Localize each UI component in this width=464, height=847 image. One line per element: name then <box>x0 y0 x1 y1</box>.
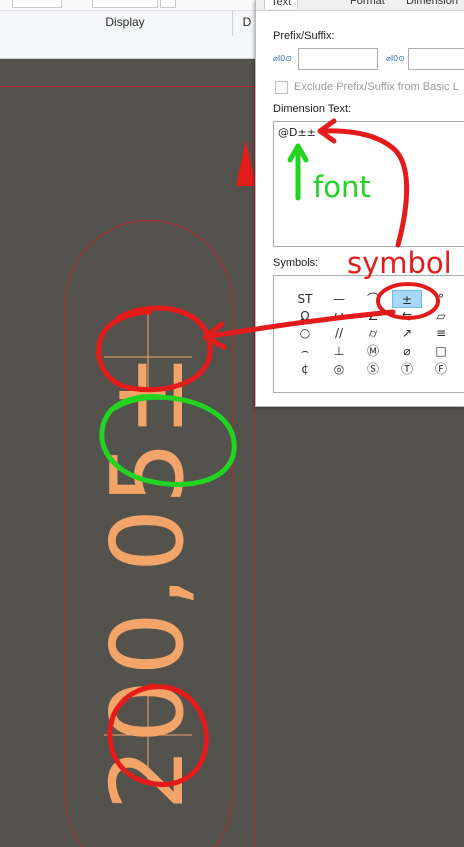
symbol-button[interactable]: ω <box>324 307 354 325</box>
symbol-button[interactable]: Ⓕ <box>426 360 456 378</box>
prefix-suffix-label: Prefix/Suffix: <box>273 30 335 42</box>
symbols-label: Symbols: <box>273 257 319 269</box>
symbol-button[interactable]: ± <box>392 290 422 308</box>
symbol-button[interactable]: ⌀ <box>392 342 422 360</box>
exclude-checkbox[interactable] <box>275 81 288 94</box>
suffix-input[interactable] <box>408 48 464 70</box>
symbol-button[interactable]: // <box>324 324 354 342</box>
symbol-button[interactable]: — <box>324 290 354 308</box>
symbols-palette: ST — ⌒ ± ° Ωω ∠ ⇆ ▱ ○//⌭ ↗ ≡ ⌢ ⊥ Ⓜ ⌀ □ ¢ ◎ Ⓢ Ⓣ Ⓕ <box>273 275 464 393</box>
dimension-text-label: Dimension Text: <box>273 103 352 115</box>
dialog-tabs: Text Format Dimension <box>256 0 464 11</box>
symbol-button[interactable]: ¢ <box>290 360 320 378</box>
dimension-text[interactable]: 200,05± <box>89 349 206 811</box>
symbol-button[interactable]: Ⓜ <box>358 342 388 360</box>
screenshot-canvas: Display D 200,05± Text Format Dimension … <box>0 0 464 847</box>
symbol-button[interactable]: ⊥ <box>324 342 354 360</box>
symbol-button[interactable]: ◎ <box>324 360 354 378</box>
symbol-button[interactable]: ST <box>290 290 320 308</box>
symbol-button[interactable]: ⌢ <box>290 342 320 360</box>
tab-text[interactable]: Text <box>264 0 299 9</box>
exclude-prefix-suffix-label: Exclude Prefix/Suffix from Basic L <box>294 81 459 93</box>
symbol-button[interactable]: ≡ <box>426 324 456 342</box>
prefix-input[interactable] <box>298 48 378 70</box>
symbol-button[interactable]: Ⓢ <box>358 360 388 378</box>
symbol-button[interactable]: ⌒ <box>358 290 388 308</box>
symbol-button[interactable]: ○ <box>290 324 320 342</box>
symbol-button[interactable]: Ω <box>290 307 320 325</box>
annotation-symbol-label: symbol <box>347 246 452 280</box>
symbol-button[interactable]: ° <box>426 290 456 308</box>
tab-format[interactable]: Format <box>350 0 385 8</box>
symbol-button[interactable]: ▱ <box>426 307 456 325</box>
symbol-button[interactable]: □ <box>426 342 456 360</box>
symbol-button[interactable]: ∠ <box>358 307 388 325</box>
prefix-icon[interactable]: ⌀I0⊙ <box>273 54 292 64</box>
annotation-font-label: font <box>313 170 371 204</box>
symbol-button[interactable]: Ⓣ <box>392 360 422 378</box>
symbol-button[interactable]: ↗ <box>392 324 422 342</box>
suffix-icon[interactable]: ⌀I0⊙ <box>386 54 405 64</box>
tab-dimension[interactable]: Dimension <box>406 0 458 8</box>
symbol-button[interactable]: ⇆ <box>392 307 422 325</box>
symbol-button[interactable]: ⌭ <box>358 324 388 342</box>
